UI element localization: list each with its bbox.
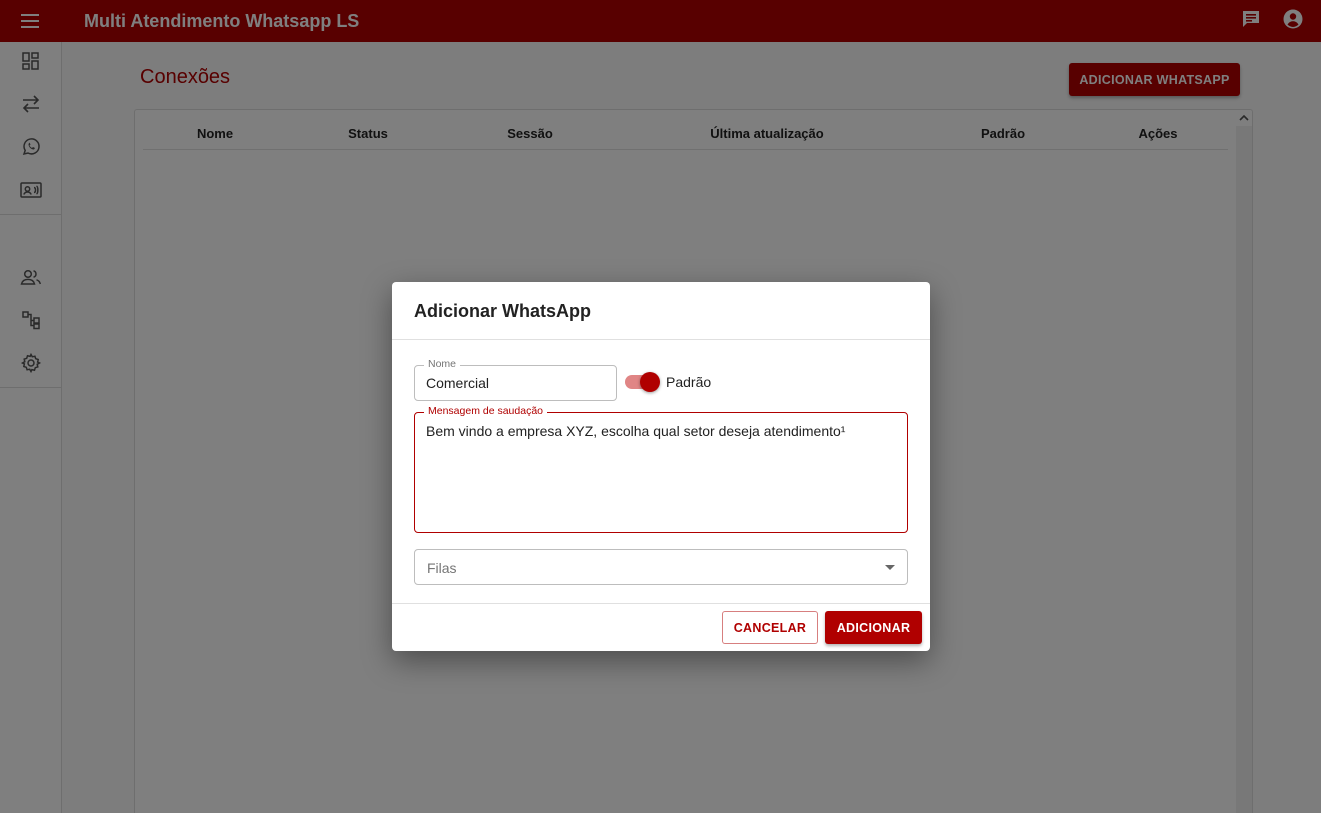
nome-label: Nome [424, 358, 461, 370]
padrao-switch[interactable] [625, 372, 660, 392]
padrao-label: Padrão [666, 374, 712, 390]
nome-field[interactable]: Nome [414, 358, 617, 401]
add-button[interactable]: ADICIONAR [825, 611, 922, 644]
mensagem-field[interactable]: Mensagem de saudação Bem vindo a empresa… [414, 405, 908, 533]
dialog-divider [392, 339, 930, 340]
add-whatsapp-dialog: Adicionar WhatsApp Nome Padrão Mensagem … [392, 282, 930, 651]
filas-placeholder: Filas [427, 560, 457, 576]
mensagem-textarea[interactable]: Bem vindo a empresa XYZ, escolha qual se… [426, 423, 845, 439]
mensagem-label: Mensagem de saudação [424, 405, 547, 417]
cancel-button[interactable]: CANCELAR [722, 611, 818, 644]
switch-thumb [640, 372, 660, 392]
filas-select[interactable]: Filas [414, 549, 908, 585]
dialog-divider [392, 603, 930, 604]
chevron-down-icon [885, 565, 895, 570]
dialog-title: Adicionar WhatsApp [414, 301, 592, 321]
nome-input[interactable] [426, 375, 606, 391]
